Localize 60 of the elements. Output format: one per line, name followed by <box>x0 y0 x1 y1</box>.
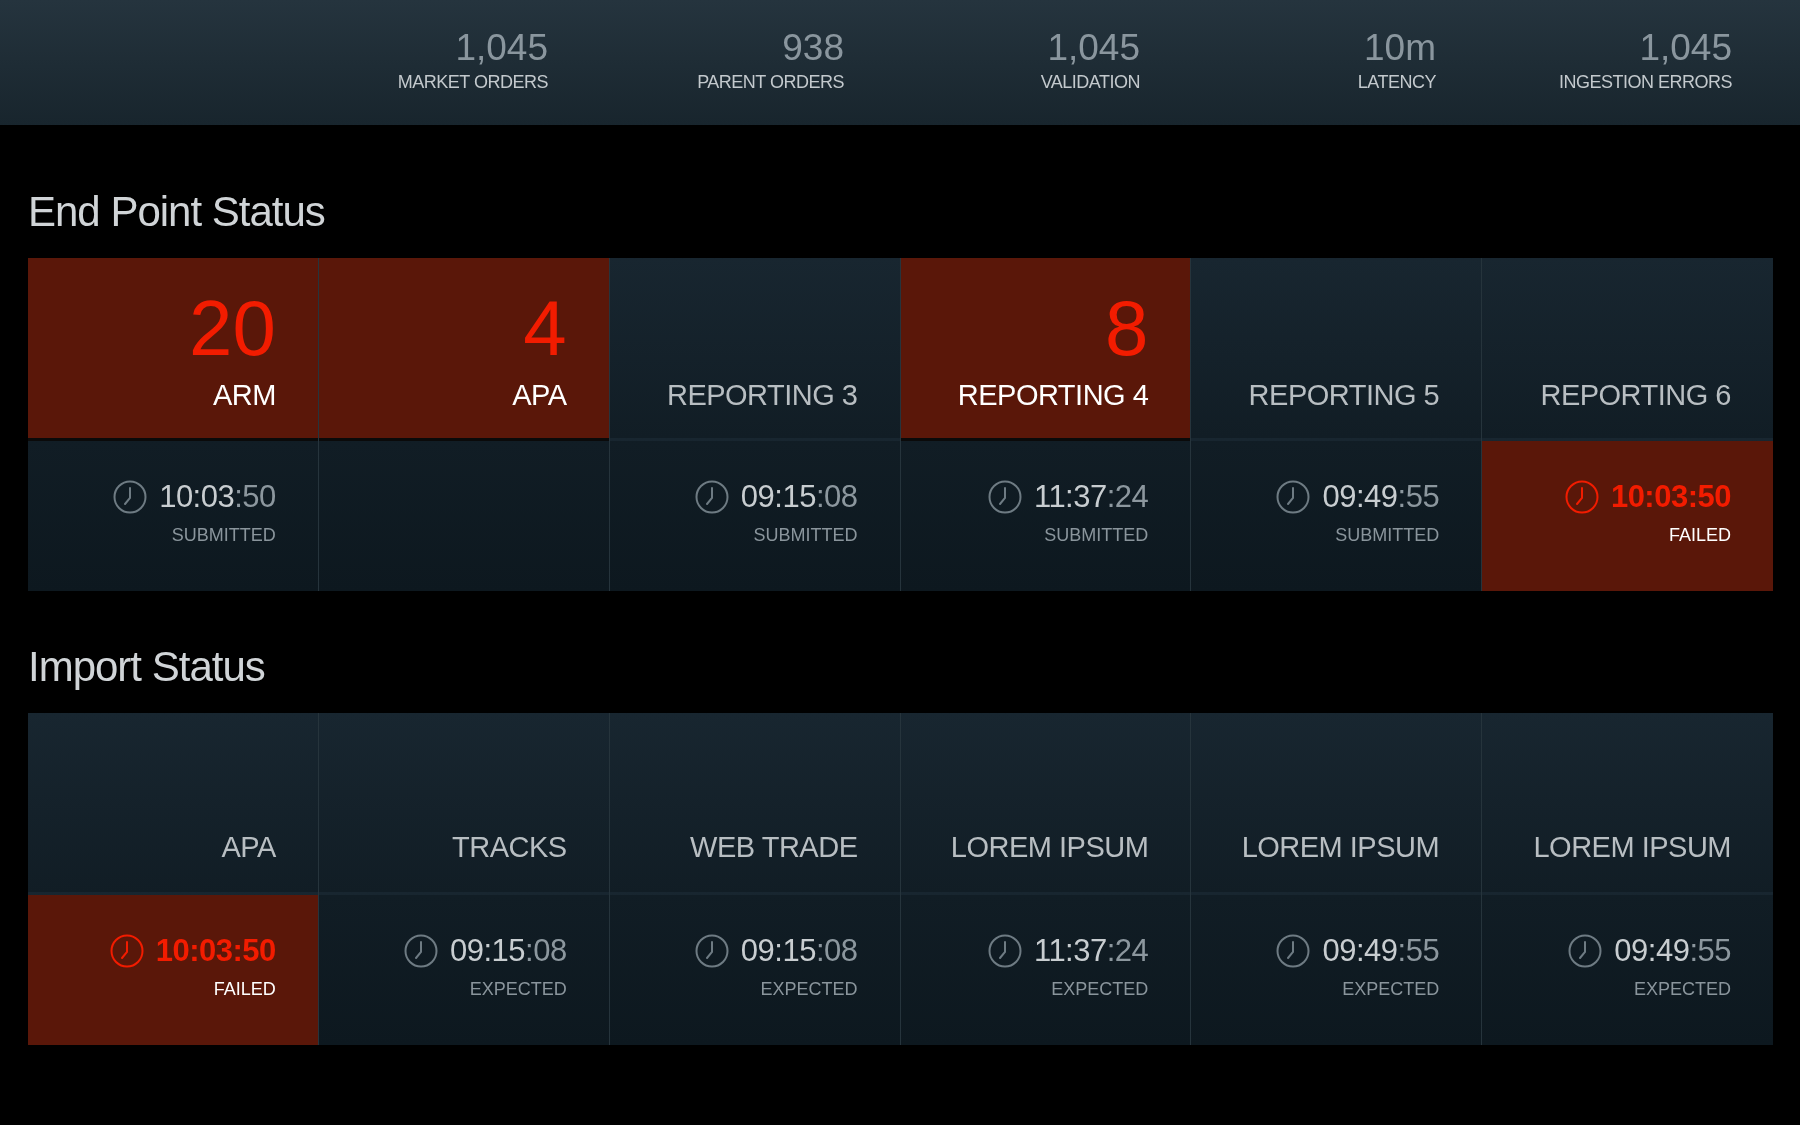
time-value: 09:15:08 <box>740 479 858 515</box>
status-label: SUBMITTED <box>753 525 858 546</box>
status-label: EXPECTED <box>1633 979 1731 1000</box>
status-label: SUBMITTED <box>1335 525 1440 546</box>
status-label: SUBMITTED <box>171 525 276 546</box>
stat-value: 10m <box>1364 26 1436 70</box>
endpoint-name: REPORTING 6 <box>1540 378 1731 412</box>
status-label: EXPECTED <box>1051 979 1149 1000</box>
clock-icon <box>1276 934 1311 968</box>
endpoint-name: APA <box>221 830 276 864</box>
time-value: 09:49:55 <box>1614 933 1731 969</box>
endpoint-name: TRACKS <box>452 830 567 864</box>
alert-count: 8 <box>1104 288 1149 368</box>
endpoint-name: REPORTING 4 <box>957 378 1149 412</box>
alert-count: 20 <box>189 288 276 368</box>
time-value: 10:03:50 <box>159 479 276 515</box>
endpoint-name: LOREM IPSUM <box>1241 830 1440 864</box>
endpoint-name: LOREM IPSUM <box>950 830 1149 864</box>
clock-icon <box>403 934 438 968</box>
section-title: Import Status <box>28 643 266 691</box>
endpoint-name: WEB TRADE <box>690 830 858 864</box>
status-label: EXPECTED <box>1342 979 1440 1000</box>
time-value: 09:15:08 <box>449 933 567 969</box>
clock-icon <box>694 934 729 968</box>
clock-icon <box>1564 480 1599 514</box>
stat-value: 1,045 <box>455 26 548 70</box>
clock-icon <box>113 480 148 514</box>
status-label: SUBMITTED <box>1044 525 1149 546</box>
clock-icon <box>694 480 729 514</box>
status-label: EXPECTED <box>760 979 858 1000</box>
endpoint-name: ARM <box>212 378 276 412</box>
clock-icon <box>987 480 1022 514</box>
status-label: FAILED <box>213 979 276 1000</box>
time-value: 11:37:24 <box>1033 933 1149 969</box>
stat-value: 1,045 <box>1047 26 1140 70</box>
time-value: 10:03:50 <box>155 933 276 969</box>
section-title: End Point Status <box>28 188 326 236</box>
clock-icon <box>109 934 144 968</box>
endpoint-name: REPORTING 3 <box>666 378 858 412</box>
time-value: 09:49:55 <box>1322 933 1440 969</box>
time-value: 11:37:24 <box>1033 479 1149 515</box>
status-label: EXPECTED <box>469 979 567 1000</box>
status-label: FAILED <box>1668 525 1731 546</box>
stat-label: INGESTION ERRORS <box>1558 72 1732 93</box>
clock-icon <box>1568 934 1603 968</box>
clock-icon <box>987 934 1022 968</box>
clock-icon <box>1276 480 1311 514</box>
alert-count: 4 <box>523 288 567 368</box>
stat-label: VALIDATION <box>1040 72 1140 93</box>
endpoint-name: LOREM IPSUM <box>1533 830 1731 864</box>
stat-label: PARENT ORDERS <box>697 72 844 93</box>
time-value: 09:15:08 <box>740 933 858 969</box>
stat-value: 1,045 <box>1639 26 1732 70</box>
stat-label: MARKET ORDERS <box>397 72 548 93</box>
time-value: 10:03:50 <box>1610 479 1731 515</box>
time-value: 09:49:55 <box>1322 479 1440 515</box>
endpoint-name: REPORTING 5 <box>1248 378 1440 412</box>
endpoint-name: APA <box>512 378 567 412</box>
stat-value: 938 <box>782 26 844 70</box>
stat-label: LATENCY <box>1357 72 1436 93</box>
